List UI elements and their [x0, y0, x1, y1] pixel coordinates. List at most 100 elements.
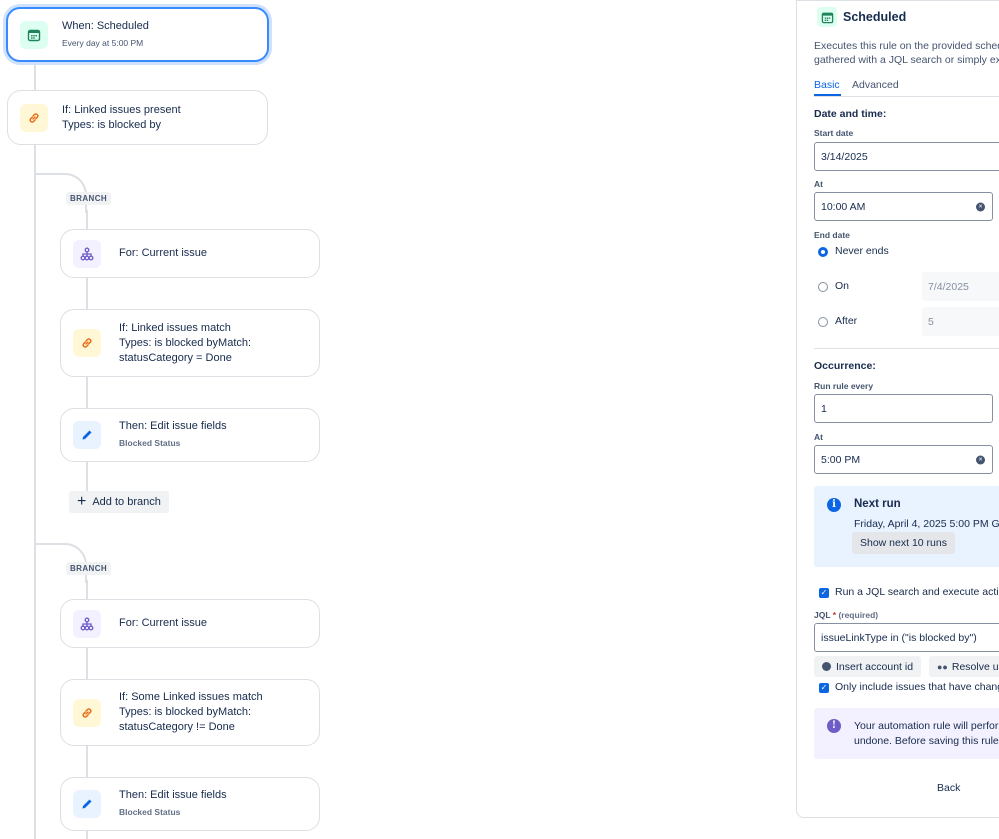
start-date-input[interactable]: 3/14/2025: [814, 142, 999, 171]
tabs-divider: [814, 96, 999, 97]
then-card-label: Then: Edit issue fields: [119, 789, 227, 801]
run-every-value: 1: [821, 402, 827, 415]
connector-line: [86, 746, 88, 777]
never-ends-label: Never ends: [835, 245, 889, 257]
jql-input[interactable]: issueLinkType in ("is blocked by"): [814, 623, 999, 652]
show-next-runs-button[interactable]: Show next 10 runs: [852, 532, 955, 554]
run-time-input[interactable]: 5:00 PM ×: [814, 445, 993, 474]
condition-card[interactable]: If: Linked issues present Types: is bloc…: [7, 90, 268, 145]
for-card[interactable]: For: Current issue: [60, 599, 320, 648]
for-card-label: For: Current issue: [119, 247, 208, 259]
run-every-label: Run rule every: [814, 381, 874, 391]
if-card-line1: If: Linked issues match: [119, 321, 231, 334]
jql-search-checkbox-label: Run a JQL search and execute actio: [835, 586, 999, 598]
end-after-count-value: 5: [928, 315, 934, 328]
connector-line: [86, 278, 88, 309]
then-card-sub: Blocked Status: [119, 807, 181, 817]
link-icon: [20, 103, 48, 132]
resolve-users-label: Resolve us: [951, 660, 999, 673]
panel-title: Scheduled: [843, 10, 907, 24]
trigger-card[interactable]: When: Scheduled Every day at 5:00 PM: [6, 7, 269, 62]
insert-account-id-button[interactable]: Insert account id: [814, 656, 922, 677]
add-to-branch-label: Add to branch: [92, 496, 161, 508]
clear-icon[interactable]: ×: [976, 202, 985, 211]
end-date-label: End date: [814, 230, 850, 240]
connector-line: [86, 377, 88, 408]
date-time-heading: Date and time:: [814, 108, 887, 120]
trigger-title: When: Scheduled: [62, 19, 149, 32]
add-to-branch-button[interactable]: + Add to branch: [69, 491, 169, 513]
warning-line2: undone. Before saving this rule: [854, 735, 999, 747]
only-changed-checkbox[interactable]: ✓: [819, 683, 829, 693]
panel-description-line2: gathered with a JQL search or simply exe…: [814, 54, 999, 66]
radio-end-on[interactable]: [818, 282, 828, 292]
end-on-date-value: 7/4/2025: [928, 280, 969, 293]
then-card[interactable]: Then: Edit issue fields Blocked Status: [60, 777, 320, 831]
link-icon: [73, 329, 101, 357]
end-after-count-input: 5: [922, 307, 999, 336]
if-card-line2: Types: is blocked byMatch:: [119, 706, 252, 718]
rule-canvas: When: Scheduled Every day at 5:00 PM If:…: [0, 0, 796, 839]
then-card-sub: Blocked Status: [119, 438, 181, 448]
insert-account-id-label: Insert account id: [836, 660, 914, 673]
for-card[interactable]: For: Current issue: [60, 229, 320, 278]
for-card-label: For: Current issue: [119, 617, 208, 629]
branch-label: BRANCH: [66, 192, 112, 205]
end-on-label: On: [835, 280, 850, 292]
clear-icon[interactable]: ×: [976, 455, 985, 464]
section-divider: [814, 348, 999, 349]
connector-line: [34, 145, 36, 839]
radio-end-after[interactable]: [818, 317, 828, 327]
jql-search-checkbox[interactable]: ✓: [819, 588, 829, 598]
if-card[interactable]: If: Some Linked issues match Types: is b…: [60, 679, 320, 746]
end-after-label: After: [835, 315, 858, 327]
tab-advanced[interactable]: Advanced: [852, 79, 899, 91]
calendar-icon: [20, 20, 48, 49]
resolve-users-button[interactable]: ●● Resolve us: [929, 656, 999, 677]
if-card[interactable]: If: Linked issues match Types: is blocke…: [60, 309, 320, 377]
then-card-label: Then: Edit issue fields: [119, 420, 227, 432]
start-date-value: 3/14/2025: [821, 150, 868, 163]
back-button[interactable]: Back: [937, 782, 960, 794]
condition-line2: Types: is blocked by: [62, 118, 162, 131]
only-changed-checkbox-label: Only include issues that have chang: [835, 681, 999, 693]
start-time-label: At: [814, 179, 823, 189]
warning-line1: Your automation rule will perfor: [854, 720, 999, 732]
occurrence-heading: Occurrence:: [814, 360, 876, 372]
branch-label: BRANCH: [66, 562, 112, 575]
required-asterisk: *: [830, 610, 837, 620]
config-panel: Scheduled Executes this rule on the prov…: [796, 0, 999, 818]
condition-line1: If: Linked issues present: [62, 103, 181, 116]
next-run-title: Next run: [854, 498, 901, 510]
start-time-value: 10:00 AM: [821, 200, 866, 213]
connector-line: [86, 831, 88, 839]
connector-line: [34, 60, 36, 90]
panel-description-line1: Executes this rule on the provided sched…: [814, 40, 999, 52]
then-card[interactable]: Then: Edit issue fields Blocked Status: [60, 408, 320, 462]
next-run-text: Friday, April 4, 2025 5:00 PM G: [854, 518, 999, 530]
plus-icon: +: [77, 493, 87, 510]
pencil-icon: [73, 790, 101, 818]
if-card-line3: statusCategory != Done: [119, 721, 235, 733]
hierarchy-icon: [73, 609, 101, 638]
warning-box: ! Your automation rule will perfor undon…: [814, 708, 999, 759]
start-date-label: Start date: [814, 128, 854, 138]
radio-never-ends[interactable]: [818, 247, 828, 257]
run-every-input[interactable]: 1: [814, 394, 993, 423]
info-icon: i: [827, 498, 841, 512]
people-icon: ●●: [937, 661, 948, 672]
pencil-icon: [73, 421, 101, 449]
if-card-line3: statusCategory = Done: [119, 351, 232, 364]
tab-basic[interactable]: Basic: [814, 79, 840, 91]
jql-required-text: (required): [838, 610, 879, 620]
warning-icon: !: [827, 719, 841, 733]
user-circle-icon: [822, 662, 831, 671]
if-card-line1: If: Some Linked issues match: [119, 691, 263, 703]
link-icon: [73, 698, 101, 727]
connector-line: [86, 461, 88, 491]
if-card-line2: Types: is blocked byMatch:: [119, 336, 252, 349]
calendar-icon: [817, 7, 837, 27]
jql-label-text: JQL: [814, 610, 831, 620]
start-time-input[interactable]: 10:00 AM ×: [814, 192, 993, 221]
connector-line: [86, 580, 88, 600]
